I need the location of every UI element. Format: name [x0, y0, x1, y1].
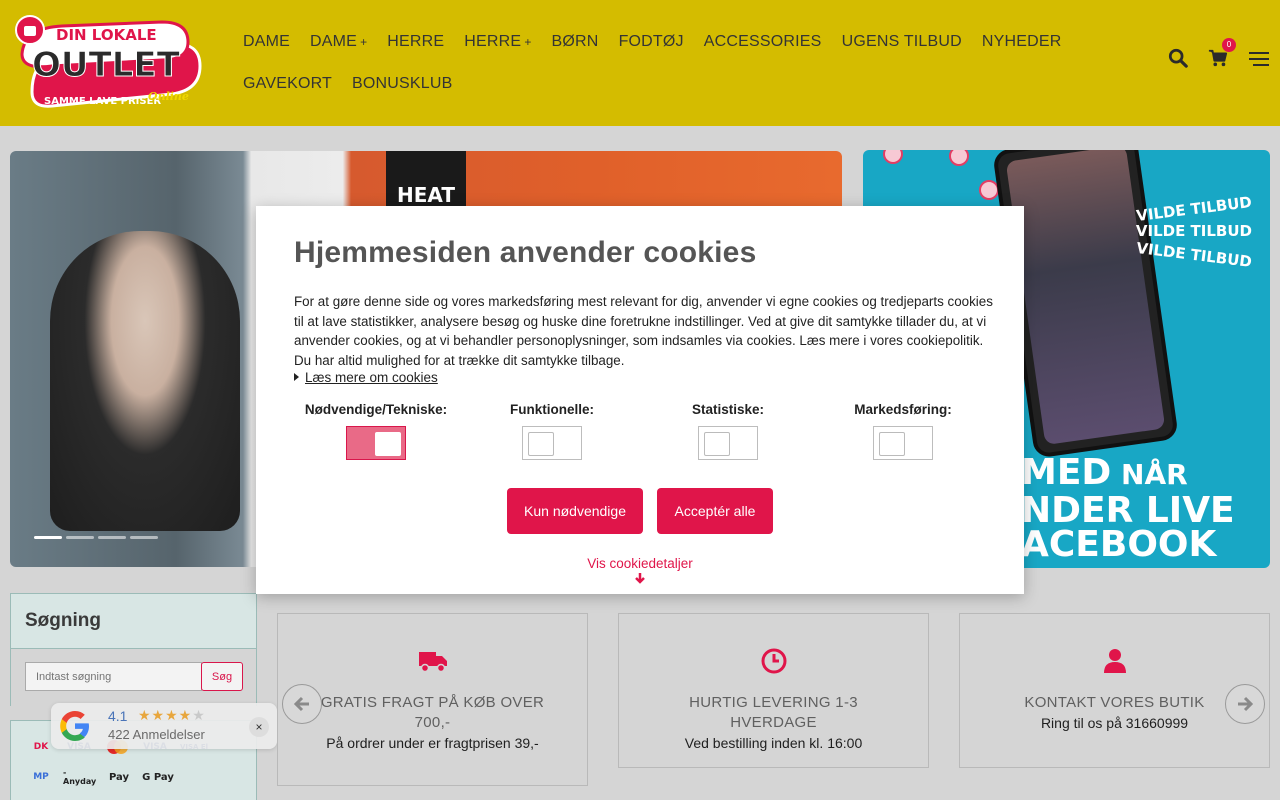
- cart-icon[interactable]: 0: [1208, 38, 1236, 70]
- only-necessary-button[interactable]: Kun nødvendige: [507, 488, 643, 534]
- header-actions: 0: [1168, 38, 1270, 70]
- site-header: DIN LOKALE OUTLET SAMME LAVE PRISER Onli…: [0, 0, 1280, 126]
- nav-item-bonusklub[interactable]: BONUSKLUB: [352, 64, 453, 106]
- search-button[interactable]: Søg: [201, 662, 243, 691]
- nav-item-dame-expand[interactable]: DAME +: [310, 22, 367, 64]
- svg-text:SAMME LAVE PRISER: SAMME LAVE PRISER: [44, 96, 161, 107]
- statistics-toggle[interactable]: [698, 426, 758, 460]
- slide-dot[interactable]: [98, 536, 126, 539]
- svg-text:OUTLET: OUTLET: [32, 45, 181, 85]
- feature-subtitle: Ring til os på 31660999: [1040, 715, 1189, 731]
- feature-title: HURTIG LEVERING 1-3 HVERDAGE: [689, 694, 858, 731]
- banner-headline-line: MED NÅR: [1021, 452, 1188, 493]
- cookie-category-label: Nødvendige/Tekniske:: [304, 402, 448, 417]
- site-logo[interactable]: DIN LOKALE OUTLET SAMME LAVE PRISER Onli…: [12, 14, 202, 114]
- read-more-cookies-link[interactable]: Læs mere om cookies: [294, 370, 438, 385]
- hero-brand-label: HEAT: [386, 151, 466, 213]
- nav-item-accessories[interactable]: ACCESSORIES: [704, 22, 822, 64]
- slide-dot[interactable]: [66, 536, 94, 539]
- payment-row: MP -Anyday Pay G Pay: [25, 767, 175, 787]
- cart-count-badge: 0: [1222, 38, 1236, 52]
- anyday-icon: -Anyday: [63, 768, 97, 786]
- close-icon[interactable]: ×: [249, 717, 269, 737]
- marketing-toggle[interactable]: [873, 426, 933, 460]
- nav-item-herre[interactable]: HERRE: [387, 22, 444, 64]
- cookie-category-marketing: Markedsføring:: [818, 402, 988, 460]
- google-icon: [60, 711, 89, 741]
- cookie-category-label: Statistiske:: [691, 402, 765, 417]
- promo-line: VILDE TILBUD: [1135, 222, 1252, 240]
- sidebar-search-panel: Søgning Søg: [10, 593, 257, 706]
- rating-stars: ★★★★★: [138, 707, 206, 723]
- sidebar-search-title: Søgning: [25, 610, 101, 631]
- arrow-down-icon[interactable]: [634, 572, 646, 584]
- cookie-dialog-title: Hjemmesiden anvender cookies: [294, 236, 757, 269]
- arrow-right-icon: [1238, 696, 1254, 712]
- feature-subtitle: På ordrer under er fragtprisen 39,-: [326, 735, 539, 751]
- banner-headline-line: ACEBOOK: [1021, 524, 1217, 565]
- like-icon: [883, 150, 903, 164]
- sidebar-search-body: Søg: [11, 648, 256, 706]
- functional-toggle[interactable]: [522, 426, 582, 460]
- feature-subtitle: Ved bestilling inden kl. 16:00: [684, 735, 863, 751]
- feature-title: GRATIS FRAGT PÅ KØB OVER 700,-: [320, 694, 545, 731]
- cookie-category-statistics: Statistiske:: [643, 402, 813, 460]
- like-icon: [949, 150, 969, 166]
- review-score: 4.1: [108, 708, 128, 724]
- nav-item-born[interactable]: BØRN: [552, 22, 599, 64]
- apple-pay-icon: Pay: [108, 771, 130, 783]
- arrow-left-icon: [293, 696, 309, 712]
- feature-card-delivery: HURTIG LEVERING 1-3 HVERDAGE Ved bestill…: [618, 613, 929, 768]
- clock-icon: [761, 648, 786, 674]
- cookie-category-label: Markedsføring:: [854, 402, 952, 417]
- promo-line: VILDE TILBUD: [1135, 192, 1253, 226]
- cookie-category-label: Funktionelle:: [510, 402, 594, 417]
- cookie-dialog-text: For at gøre denne side og vores markedsf…: [294, 294, 993, 368]
- nav-item-fodtoj[interactable]: FODTØJ: [619, 22, 684, 64]
- hero-model-image: [50, 231, 240, 531]
- user-icon: [1103, 649, 1126, 673]
- feature-card-contact: KONTAKT VORES BUTIK Ring til os på 31660…: [959, 613, 1270, 768]
- cookie-category-necessary: Nødvendige/Tekniske:: [291, 402, 461, 460]
- nav-item-herre-expand[interactable]: HERRE +: [464, 22, 531, 64]
- svg-text:Online: Online: [148, 90, 189, 103]
- slide-dot[interactable]: [130, 536, 158, 539]
- google-review-widget[interactable]: 4.1 ★★★★★ 422 Anmeldelser ×: [51, 703, 277, 749]
- mobilepay-icon: MP: [33, 772, 49, 782]
- svg-text:DIN LOKALE: DIN LOKALE: [56, 26, 157, 44]
- nav-item-dame[interactable]: DAME: [243, 22, 290, 64]
- nav-item-ugens-tilbud[interactable]: UGENS TILBUD: [842, 22, 962, 64]
- review-count: 422 Anmeldelser: [108, 727, 205, 742]
- search-icon[interactable]: [1168, 48, 1190, 70]
- show-cookie-details-link[interactable]: Vis cookiedetaljer: [256, 556, 1024, 571]
- carousel-prev-button[interactable]: [282, 684, 322, 724]
- nav-item-gavekort[interactable]: GAVEKORT: [243, 64, 332, 106]
- main-nav: DAME DAME + HERRE HERRE + BØRN FODTØJ ACCE…: [243, 22, 1103, 106]
- necessary-toggle[interactable]: [346, 426, 406, 460]
- cookie-consent-dialog: Hjemmesiden anvender cookies For at gøre…: [256, 206, 1024, 594]
- cookie-category-functional: Funktionelle:: [467, 402, 637, 460]
- slide-dot[interactable]: [34, 536, 62, 539]
- feature-title: KONTAKT VORES BUTIK: [1024, 694, 1205, 711]
- accept-all-button[interactable]: Acceptér alle: [657, 488, 773, 534]
- carousel-next-button[interactable]: [1225, 684, 1265, 724]
- slider-pagination: [34, 536, 158, 539]
- google-pay-icon: G Pay: [142, 771, 174, 783]
- nav-item-nyheder[interactable]: NYHEDER: [982, 22, 1062, 64]
- feature-card-shipping: GRATIS FRAGT PÅ KØB OVER 700,- På ordrer…: [277, 613, 588, 786]
- menu-icon[interactable]: [1248, 48, 1270, 70]
- search-input[interactable]: [25, 662, 202, 691]
- truck-icon: [418, 652, 447, 673]
